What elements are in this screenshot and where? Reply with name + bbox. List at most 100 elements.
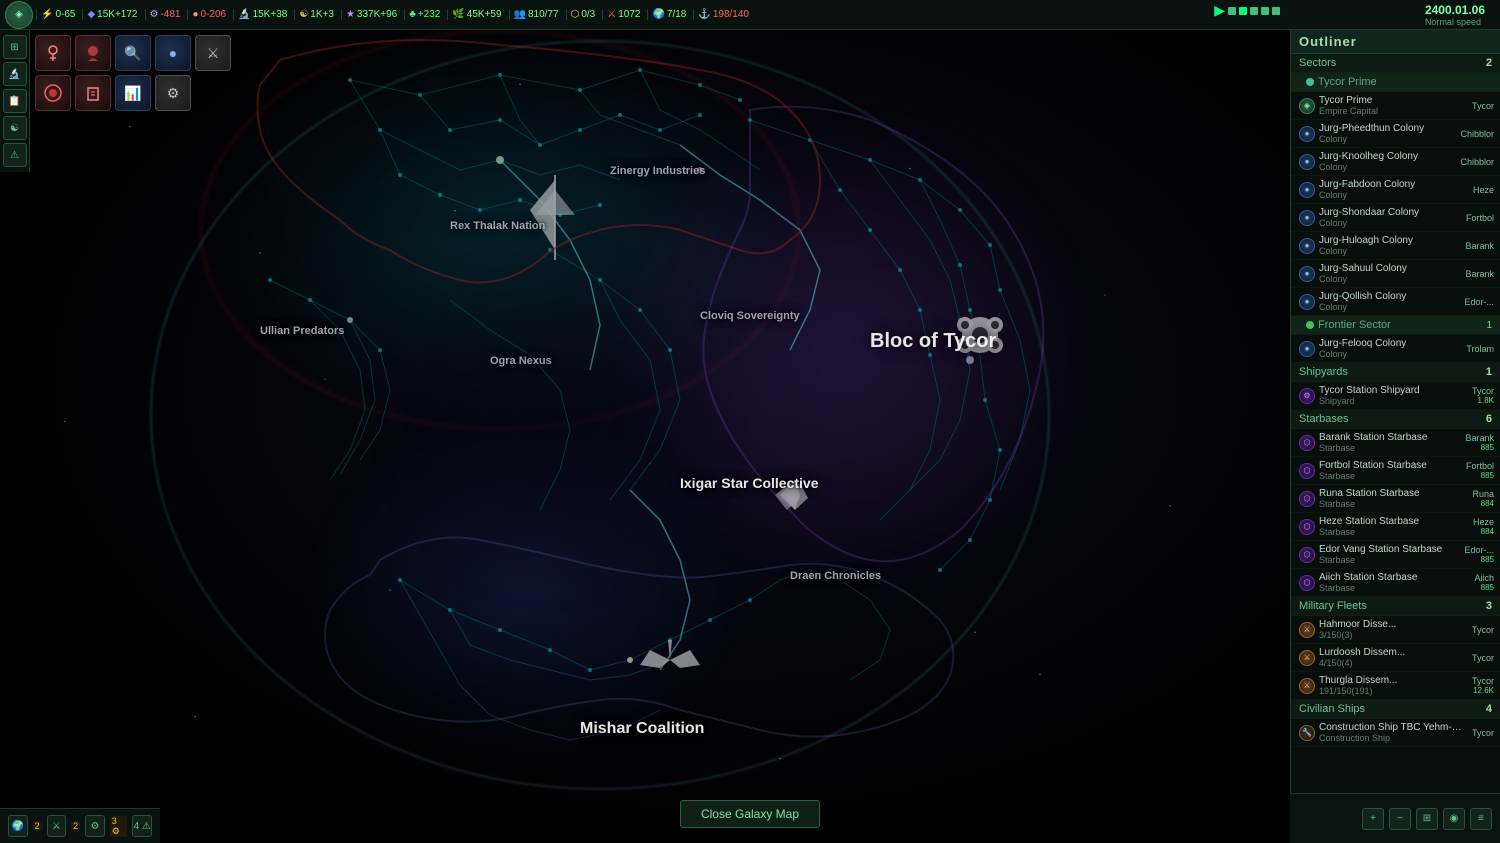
starbase-item-1[interactable]: ⬡ Fortbol Station Starbase Starbase Fort… bbox=[1291, 457, 1500, 485]
speed-controls: ▶ bbox=[1209, 0, 1285, 21]
colony-item-6[interactable]: ● Jurg-Qollish Colony Colony Edor-... bbox=[1291, 288, 1500, 316]
military-fleets-section[interactable]: Military Fleets 3 bbox=[1291, 597, 1500, 616]
bottom-icon-3[interactable]: ⚙ bbox=[85, 815, 105, 837]
colony-item-0[interactable]: ● Jurg-Pheedthun Colony Colony Chibblor bbox=[1291, 120, 1500, 148]
fleet-item-2[interactable]: ⚔ Thurgla Dissem... 191/150(191) Tycor 1… bbox=[1291, 672, 1500, 700]
tycor-prime-capital-item[interactable]: ◈ Tycor Prime Empire Capital Tycor bbox=[1291, 92, 1500, 120]
bottom-badge-3: 3 ⚙ bbox=[110, 816, 128, 837]
situations-btn[interactable]: ⚠ bbox=[3, 143, 27, 167]
hud-consumer-goods: ● 0-206 bbox=[187, 9, 230, 20]
frontier-sector-subsection[interactable]: Frontier Sector 1 bbox=[1291, 316, 1500, 335]
diplomacy-btn[interactable] bbox=[35, 75, 71, 111]
planets-btn[interactable]: ● bbox=[155, 35, 191, 71]
shipyard-icon: ⚙ bbox=[1299, 388, 1315, 404]
frontier-sector-indicator bbox=[1306, 321, 1314, 329]
speed-dot-2 bbox=[1239, 7, 1247, 15]
play-pause-button[interactable]: ▶ bbox=[1214, 2, 1225, 19]
fleet-icon-1: ⚔ bbox=[1299, 650, 1315, 666]
factions-btn[interactable]: ☯ bbox=[3, 116, 27, 140]
game-time: 2400.01.06 Normal speed bbox=[1425, 3, 1495, 27]
tycor-prime-subsection[interactable]: Tycor Prime bbox=[1291, 73, 1500, 92]
hud-food: 🌿 45K+59 bbox=[447, 9, 505, 20]
colony-icon-4: ● bbox=[1299, 238, 1315, 254]
civilian-ships-section[interactable]: Civilian Ships 4 bbox=[1291, 700, 1500, 719]
hud-navcap: ⚓ 198/140 bbox=[693, 9, 753, 20]
galaxy-map[interactable]: Bloc of Tycor Ixigar Star Collective Mis… bbox=[0, 0, 1300, 843]
starbase-icon-1: ⬡ bbox=[1299, 463, 1315, 479]
star-network-svg bbox=[0, 0, 1300, 843]
hud-minerals: ◆ 15K+172 bbox=[82, 9, 141, 20]
starbase-item-0[interactable]: ⬡ Barank Station Starbase Starbase Baran… bbox=[1291, 429, 1500, 457]
speed-dot-4 bbox=[1261, 7, 1269, 15]
bottom-icon-1[interactable]: 🌍 bbox=[8, 815, 28, 837]
hud-influence: ★ 337K+96 bbox=[341, 9, 401, 20]
hud-planets: 🌍 7/18 bbox=[647, 9, 690, 20]
tycor-prime-icon: ◈ bbox=[1299, 98, 1315, 114]
close-galaxy-map-button[interactable]: Close Galaxy Map bbox=[680, 800, 820, 828]
hud-starbases: ⬡ 0/3 bbox=[566, 9, 600, 20]
top-hud: ◈ ⚡ 0-65 ◆ 15K+172 ⚙ -481 ● 0-206 🔬 15K+… bbox=[0, 0, 1500, 30]
science-btn[interactable]: 🔍 bbox=[115, 35, 151, 71]
starbase-item-4[interactable]: ⬡ Edor Vang Station Starbase Starbase Ed… bbox=[1291, 541, 1500, 569]
hud-alloys: ⚙ -481 bbox=[145, 9, 185, 20]
colony-item-4[interactable]: ● Jurg-Huloagh Colony Colony Barank bbox=[1291, 232, 1500, 260]
policies-btn[interactable]: 📋 bbox=[3, 89, 27, 113]
outliner-title: Outliner bbox=[1291, 30, 1500, 54]
top-icon-row-2: 📊 ⚙ bbox=[35, 75, 191, 111]
sectors-section[interactable]: Sectors 2 bbox=[1291, 54, 1500, 73]
colony-icon-1: ● bbox=[1299, 154, 1315, 170]
layer-button[interactable]: ≡ bbox=[1470, 808, 1492, 830]
starbases-section[interactable]: Starbases 6 bbox=[1291, 410, 1500, 429]
frontier-colony-icon: ● bbox=[1299, 341, 1315, 357]
technology-btn[interactable]: 🔬 bbox=[3, 62, 27, 86]
frontier-colony-item[interactable]: ● Jurg-Felooq Colony Colony Trolam bbox=[1291, 335, 1500, 363]
zoom-in-button[interactable]: + bbox=[1362, 808, 1384, 830]
shipyards-section[interactable]: Shipyards 1 bbox=[1291, 363, 1500, 382]
bottom-right-controls: + − ⊞ ◉ ≡ bbox=[1290, 793, 1500, 843]
colony-item-1[interactable]: ● Jurg-Knoolheg Colony Colony Chibblor bbox=[1291, 148, 1500, 176]
government-btn[interactable] bbox=[75, 75, 111, 111]
hud-unity: ☯ 1K+3 bbox=[294, 9, 338, 20]
colony-icon-5: ● bbox=[1299, 266, 1315, 282]
starbase-icon-5: ⬡ bbox=[1299, 575, 1315, 591]
fleet-icon-0: ⚔ bbox=[1299, 622, 1315, 638]
fleet-item-1[interactable]: ⚔ Lurdoosh Dissem... 4/150(4) Tycor bbox=[1291, 644, 1500, 672]
starbase-item-5[interactable]: ⬡ Aiich Station Starbase Starbase Aiich … bbox=[1291, 569, 1500, 597]
colony-item-3[interactable]: ● Jurg-Shondaar Colony Colony Fortbol bbox=[1291, 204, 1500, 232]
species-btn[interactable] bbox=[75, 35, 111, 71]
civilian-ship-icon-0: 🔧 bbox=[1299, 725, 1315, 741]
colony-item-5[interactable]: ● Jurg-Sahuul Colony Colony Barank bbox=[1291, 260, 1500, 288]
starbase-item-2[interactable]: ⬡ Runa Station Starbase Starbase Runa 88… bbox=[1291, 485, 1500, 513]
bottom-badge-2: 2 bbox=[71, 821, 80, 831]
starbase-icon-3: ⬡ bbox=[1299, 519, 1315, 535]
colony-item-2[interactable]: ● Jurg-Fabdoon Colony Colony Heze bbox=[1291, 176, 1500, 204]
shipyard-item[interactable]: ⚙ Tycor Station Shipyard Shipyard Tycor … bbox=[1291, 382, 1500, 410]
bottom-icon-2[interactable]: ⚔ bbox=[47, 815, 67, 837]
starbase-icon-0: ⬡ bbox=[1299, 435, 1315, 451]
civilian-ship-item-0[interactable]: 🔧 Construction Ship TBC Yehm-Gilrand Con… bbox=[1291, 719, 1500, 747]
fleet-item-0[interactable]: ⚔ Hahmoor Disse... 3/150(3) Tycor bbox=[1291, 616, 1500, 644]
speed-dot-1 bbox=[1228, 7, 1236, 15]
map-view-btn[interactable]: ⊞ bbox=[3, 35, 27, 59]
map-filter-button[interactable]: ⊞ bbox=[1416, 808, 1438, 830]
map-mode-button[interactable]: ◉ bbox=[1443, 808, 1465, 830]
speed-dot-5 bbox=[1272, 7, 1280, 15]
situation-log-btn[interactable]: 📊 bbox=[115, 75, 151, 111]
hud-amenities: ♣ +232 bbox=[404, 9, 444, 20]
empire-icon[interactable]: ◈ bbox=[5, 1, 33, 29]
fleets-btn[interactable]: ⚔ bbox=[195, 35, 231, 71]
zoom-out-button[interactable]: − bbox=[1389, 808, 1411, 830]
speed-dot-3 bbox=[1250, 7, 1258, 15]
outliner-panel: Outliner Sectors 2 Tycor Prime ◈ Tycor P… bbox=[1290, 30, 1500, 843]
top-icon-row-1: 🔍 ● ⚔ bbox=[35, 35, 231, 71]
empire-btn[interactable] bbox=[35, 35, 71, 71]
colony-icon-3: ● bbox=[1299, 210, 1315, 226]
colony-icon-2: ● bbox=[1299, 182, 1315, 198]
bottom-icon-4[interactable]: 4 ⚠ bbox=[132, 815, 152, 837]
hud-research: 🔬 15K+38 bbox=[233, 9, 291, 20]
starbase-item-3[interactable]: ⬡ Heze Station Starbase Starbase Heze 88… bbox=[1291, 513, 1500, 541]
settings-btn[interactable]: ⚙ bbox=[155, 75, 191, 111]
fleet-icon-2: ⚔ bbox=[1299, 678, 1315, 694]
starbase-icon-2: ⬡ bbox=[1299, 491, 1315, 507]
hud-energy: ⚡ 0-65 bbox=[36, 9, 79, 20]
